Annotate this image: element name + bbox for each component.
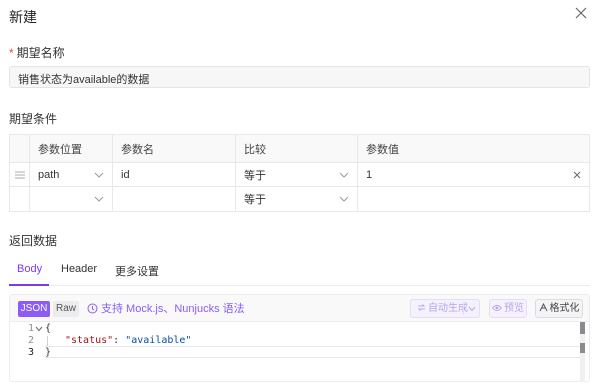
mock-syntax-link[interactable]: 支持 Mock.js、Nunjucks 语法 [87,301,245,317]
chevron-down-icon [94,172,104,178]
position-select[interactable]: path [30,163,113,186]
compare-select[interactable]: 等于 [236,163,358,186]
auto-generate-button[interactable]: 自动生成 [410,299,480,318]
table-header-handle [10,135,30,162]
tab-header[interactable]: Header [61,263,97,275]
param-name-value: id [121,168,130,181]
code-open-brace: { [45,323,52,334]
compare-value: 等于 [244,169,266,182]
code-colon: : [113,335,126,346]
line-number: 1 [27,323,34,334]
format-icon [539,302,547,312]
chevron-down-icon [339,196,349,202]
chevron-down-icon [94,196,104,202]
column-header-position: 参数位置 [30,135,113,162]
auto-generate-text: 自动生成 [428,303,468,314]
name-input[interactable]: 销售状态为available的数据 [9,66,590,88]
position-select[interactable] [30,187,113,211]
param-value-input[interactable] [358,187,589,211]
eye-icon [491,305,503,311]
code-line-current: } [45,346,580,358]
compare-select[interactable]: 等于 [236,187,358,211]
drag-handle-icon [14,171,25,178]
clear-icon[interactable] [573,171,581,179]
line-number: 2 [27,335,34,346]
code-key: "status" [65,335,114,346]
json-mode-button[interactable]: JSON [18,301,50,317]
chevron-down-icon [339,172,349,178]
scrollbar-marker [580,343,585,353]
name-label-text: 期望名称 [16,46,65,60]
conditions-label: 期望条件 [9,112,58,126]
param-value-text: 1 [366,168,373,181]
column-header-value: 参数值 [366,143,399,156]
param-name-input[interactable] [113,187,236,211]
table-header-row: 参数位置 参数名 比较 参数值 [10,135,589,163]
tab-body[interactable]: Body [17,263,42,275]
position-value: path [38,168,60,181]
column-header-compare: 比较 [236,135,358,162]
required-mark: * [9,46,14,60]
raw-mode-button[interactable]: Raw [53,301,79,317]
code-close-brace: } [45,347,52,358]
preview-text: 预览 [504,303,524,314]
fold-chevron-icon[interactable] [35,326,43,332]
dialog-title: 新建 [9,9,37,25]
auto-generate-divider [463,302,464,315]
format-button[interactable]: 格式化 [535,299,583,318]
table-row: path id 等于 1 [10,163,589,187]
drag-handle[interactable] [10,163,30,186]
mock-syntax-text: 支持 Mock.js、Nunjucks 语法 [101,303,245,315]
param-name-input[interactable]: id [113,163,236,186]
dialog-header: 新建 [0,0,600,30]
active-tab-indicator [9,284,49,286]
line-number: 3 [27,347,34,358]
indent-guide [47,336,48,346]
response-label: 返回数据 [9,234,58,248]
scrollbar-thumb[interactable] [580,322,585,334]
column-header-name: 参数名 [113,135,236,162]
help-circle-icon [87,303,98,314]
line-gutter: 1 2 3 [10,322,44,382]
tab-more-settings[interactable]: 更多设置 [115,263,159,279]
close-icon[interactable] [574,6,588,20]
drag-handle-empty [10,187,30,211]
code-area[interactable]: 1 2 3 { "status": "available" } [10,322,589,382]
chevron-down-icon[interactable] [468,306,476,312]
name-field-label: * 期望名称 [9,44,65,61]
table-row: 等于 [10,187,589,211]
code-line: { [45,323,51,335]
format-text: 格式化 [549,303,580,314]
code-editor: JSON Raw 支持 Mock.js、Nunjucks 语法 自动生成 预览 [9,294,590,382]
code-value: "available" [125,335,192,346]
param-value-input[interactable]: 1 [358,163,589,186]
preview-button[interactable]: 预览 [489,299,527,318]
editor-toolbar: JSON Raw 支持 Mock.js、Nunjucks 语法 自动生成 预览 [10,295,589,322]
compare-value: 等于 [244,194,266,206]
response-tabs: Body Header 更多设置 [9,258,590,286]
conditions-table: 参数位置 参数名 比较 参数值 path id 等于 1 等于 [9,134,590,212]
sync-icon [417,304,426,311]
